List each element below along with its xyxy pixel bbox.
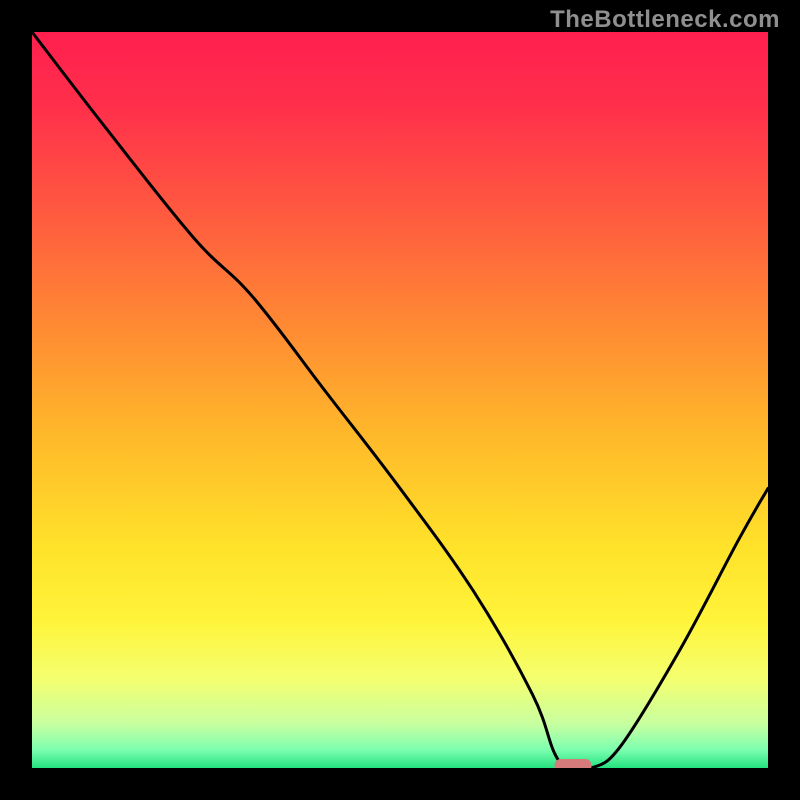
watermark-label: TheBottleneck.com [550,6,780,34]
optimal-marker [555,759,592,768]
plot-area [32,32,768,768]
bottleneck-chart [32,32,768,768]
chart-frame [32,32,768,768]
gradient-background [32,32,768,768]
